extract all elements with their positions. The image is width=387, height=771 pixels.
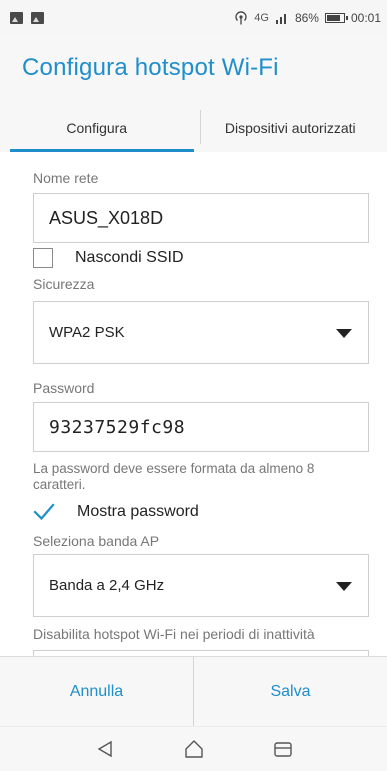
app-header: Configura hotspot Wi-Fi xyxy=(0,36,387,104)
ap-band-label: Seleziona banda AP xyxy=(33,533,160,549)
dropdown-arrow-icon xyxy=(336,581,352,591)
network-name-label: Nome rete xyxy=(33,170,99,186)
recents-button[interactable] xyxy=(263,729,303,769)
gallery-icon xyxy=(31,12,44,24)
battery-percent: 86% xyxy=(294,11,319,25)
password-label: Password xyxy=(33,380,95,396)
hotspot-icon xyxy=(235,11,247,25)
network-name-input[interactable]: ASUS_X018D xyxy=(33,193,369,243)
hide-ssid-row[interactable]: Nascondi SSID xyxy=(33,248,184,268)
hotspot-form: Nome rete ASUS_X018D Nascondi SSID Sicur… xyxy=(0,152,387,656)
dropdown-arrow-icon xyxy=(336,328,352,338)
clock: 00:01 xyxy=(350,11,381,25)
tab-configura[interactable]: Configura xyxy=(0,104,194,152)
network-type: 4G xyxy=(254,12,269,24)
tab-bar: Configura Dispositivi autorizzati xyxy=(0,104,387,152)
save-button[interactable]: Salva xyxy=(194,657,387,726)
ap-band-select[interactable]: Banda a 2,4 GHz xyxy=(33,554,369,617)
system-nav-bar xyxy=(0,726,387,771)
signal-icon xyxy=(275,14,286,24)
back-icon xyxy=(97,740,112,758)
security-select[interactable]: WPA2 PSK xyxy=(33,301,369,364)
action-bar: Annulla Salva xyxy=(0,656,387,726)
password-hint: La password deve essere formata da almen… xyxy=(33,461,315,492)
cancel-button[interactable]: Annulla xyxy=(0,657,193,726)
disable-idle-label: Disabilita hotspot Wi-Fi nei periodi di … xyxy=(33,626,315,642)
security-value: WPA2 PSK xyxy=(49,324,125,341)
recents-icon xyxy=(273,742,292,757)
ap-band-value: Banda a 2,4 GHz xyxy=(49,577,165,594)
hide-ssid-checkbox[interactable] xyxy=(33,248,53,268)
status-bar: 4G 86% 00:01 xyxy=(0,0,387,36)
tab-dispositivi-autorizzati[interactable]: Dispositivi autorizzati xyxy=(194,104,387,152)
gallery-icon xyxy=(10,12,23,24)
home-icon xyxy=(184,740,203,758)
page-title: Configura hotspot Wi-Fi xyxy=(22,54,279,81)
show-password-row[interactable]: Mostra password xyxy=(33,501,199,523)
security-label: Sicurezza xyxy=(33,276,95,292)
show-password-label: Mostra password xyxy=(77,503,199,520)
battery-icon xyxy=(324,13,348,23)
back-button[interactable] xyxy=(85,729,125,769)
checkmark-icon[interactable] xyxy=(33,501,55,523)
tab-divider xyxy=(200,110,201,144)
home-button[interactable] xyxy=(174,729,214,769)
password-input[interactable]: 93237529fc98 xyxy=(33,402,369,452)
hide-ssid-label: Nascondi SSID xyxy=(75,249,184,266)
